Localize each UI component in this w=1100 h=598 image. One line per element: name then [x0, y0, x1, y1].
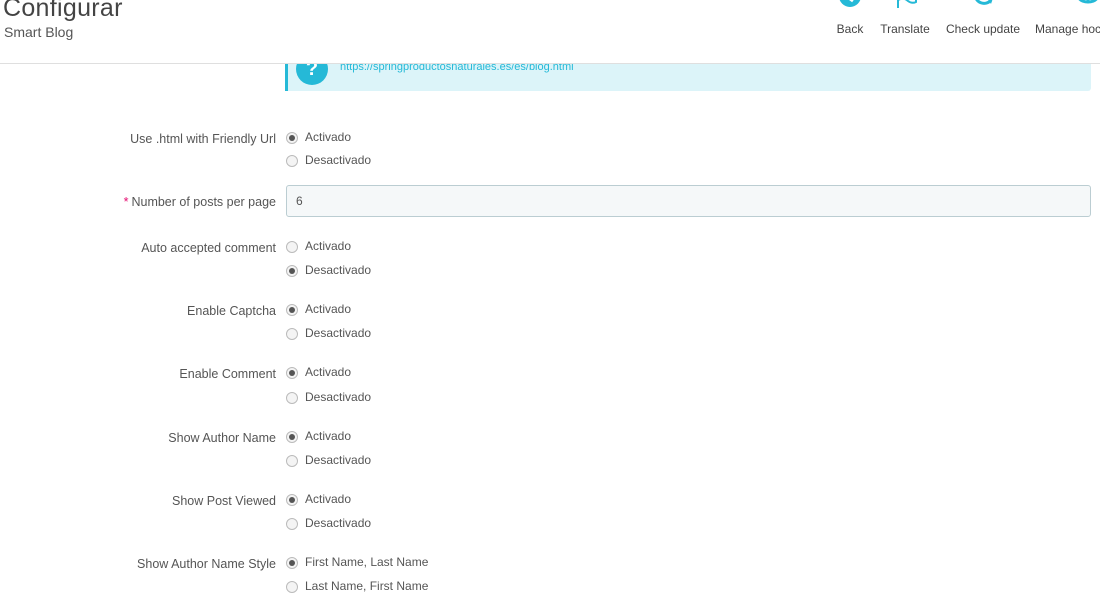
- radio-label: Desactivado: [305, 326, 372, 340]
- manage-hooks-button-label: Manage hoc: [1035, 22, 1100, 36]
- radio-label: Desactivado: [305, 390, 372, 404]
- translate-button-label: Translate: [880, 22, 930, 36]
- radio-label: Activado: [305, 130, 352, 144]
- radio-label: Activado: [305, 365, 352, 379]
- radio-button[interactable]: [286, 581, 298, 593]
- check-update-button-label: Check update: [945, 22, 1021, 36]
- radio-button[interactable]: [286, 392, 298, 404]
- radio-button[interactable]: [286, 431, 298, 443]
- anchor-icon: [1078, 0, 1098, 4]
- radio-button[interactable]: [286, 328, 298, 340]
- field-label: * Number of posts per page: [124, 195, 276, 209]
- field-label: Enable Captcha: [187, 304, 276, 318]
- radio-button[interactable]: [286, 494, 298, 506]
- radio-button[interactable]: [286, 241, 298, 253]
- field-label: Show Author Name Style: [137, 557, 276, 571]
- radio-label: Desactivado: [305, 516, 372, 530]
- radio-button[interactable]: [286, 557, 298, 569]
- back-button[interactable]: Back: [830, 0, 870, 40]
- back-button-label: Back: [836, 22, 864, 36]
- radio-label: Last Name, First Name: [305, 579, 429, 593]
- page-subtitle: Smart Blog: [4, 24, 74, 40]
- field-label: Show Author Name: [168, 431, 276, 445]
- radio-label: Activado: [305, 429, 352, 443]
- radio-button[interactable]: [286, 132, 298, 144]
- radio-button[interactable]: [286, 265, 298, 277]
- radio-label: First Name, Last Name: [305, 555, 429, 569]
- field-label: Show Post Viewed: [172, 494, 276, 508]
- radio-label: Desactivado: [305, 153, 372, 167]
- manage-hooks-button[interactable]: Manage hoc: [1031, 0, 1100, 40]
- radio-button[interactable]: [286, 367, 298, 379]
- refresh-icon: [975, 0, 993, 5]
- field-label: Auto accepted comment: [141, 241, 276, 255]
- flag-icon: [897, 0, 917, 8]
- page-title: Configurar: [3, 0, 123, 22]
- radio-label: Activado: [305, 239, 352, 253]
- radio-label: Activado: [305, 302, 352, 316]
- posts-per-page-input[interactable]: [286, 185, 1091, 217]
- translate-button[interactable]: Translate: [875, 0, 935, 40]
- check-update-button[interactable]: Check update: [940, 0, 1026, 40]
- radio-label: Desactivado: [305, 263, 372, 277]
- radio-label: Activado: [305, 492, 352, 506]
- radio-button[interactable]: [286, 518, 298, 530]
- back-icon: [839, 0, 861, 7]
- field-label: Use .html with Friendly Url: [130, 132, 276, 146]
- radio-label: Desactivado: [305, 453, 372, 467]
- radio-button[interactable]: [286, 155, 298, 167]
- page-header: Configurar Smart Blog Back Translate Che…: [0, 0, 1100, 64]
- field-label: Enable Comment: [179, 367, 276, 381]
- required-mark: *: [123, 195, 129, 209]
- field-label-text: Number of posts per page: [131, 195, 276, 209]
- radio-button[interactable]: [286, 455, 298, 467]
- radio-button[interactable]: [286, 304, 298, 316]
